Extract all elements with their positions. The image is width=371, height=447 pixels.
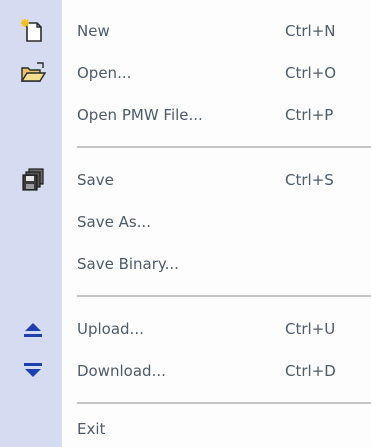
menu-item-save-binary[interactable]: Save Binary... — [0, 246, 371, 282]
menu-item-shortcut: Ctrl+P — [285, 106, 334, 124]
menu-item-upload[interactable]: Upload... Ctrl+U — [0, 311, 371, 347]
menu-separator — [77, 295, 371, 297]
menu-item-exit[interactable]: Exit — [0, 411, 371, 447]
download-icon — [20, 359, 46, 383]
menu-item-open[interactable]: Open... Ctrl+O — [0, 55, 371, 91]
menu-item-save-as[interactable]: Save As... — [0, 204, 371, 240]
menu-item-download[interactable]: Download... Ctrl+D — [0, 353, 371, 389]
upload-icon — [20, 317, 46, 341]
save-disks-icon — [20, 168, 46, 192]
menu-item-shortcut: Ctrl+S — [285, 171, 334, 189]
new-file-icon — [20, 19, 46, 43]
menu-item-save[interactable]: Save Ctrl+S — [0, 162, 371, 198]
menu-item-label: Upload... — [77, 320, 144, 338]
menu-item-label: Exit — [77, 420, 106, 438]
menu-item-new[interactable]: New Ctrl+N — [0, 13, 371, 49]
menu-item-label: Save As... — [77, 213, 151, 231]
menu-item-label: New — [77, 22, 110, 40]
menu-item-shortcut: Ctrl+D — [285, 362, 336, 380]
file-menu: New Ctrl+N Open... Ctrl+O Open PMW File.… — [0, 0, 371, 447]
menu-item-label: Open... — [77, 64, 132, 82]
menu-item-label: Save — [77, 171, 114, 189]
menu-item-label: Open PMW File... — [77, 106, 203, 124]
menu-item-open-pmw-file[interactable]: Open PMW File... Ctrl+P — [0, 97, 371, 133]
menu-item-shortcut: Ctrl+U — [285, 320, 336, 338]
menu-item-shortcut: Ctrl+O — [285, 64, 337, 82]
menu-separator — [77, 402, 371, 404]
menu-separator — [77, 146, 371, 148]
menu-item-label: Download... — [77, 362, 166, 380]
open-folder-icon — [20, 61, 47, 85]
menu-item-shortcut: Ctrl+N — [285, 22, 336, 40]
menu-item-label: Save Binary... — [77, 255, 179, 273]
